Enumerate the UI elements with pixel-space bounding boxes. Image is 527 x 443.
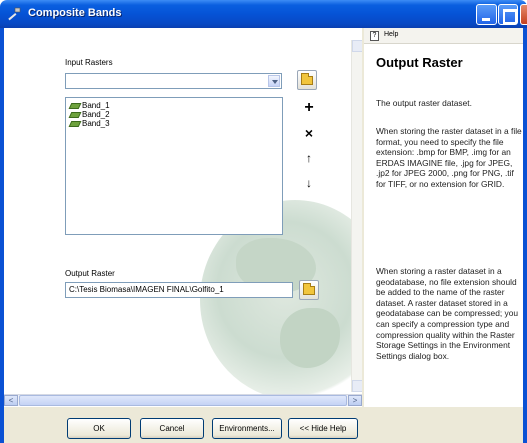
maximize-button[interactable] [498,4,518,25]
horizontal-scrollbar[interactable]: < > [4,394,362,406]
raster-band-icon [68,112,82,118]
chevron-down-icon[interactable] [268,75,280,87]
environments-button[interactable]: Environments... [212,418,282,439]
help-paragraph: The output raster dataset. [376,98,472,108]
browse-input-button[interactable] [297,70,317,90]
scroll-right-arrow[interactable]: > [348,395,362,406]
dialog-button-bar: OK Cancel Environments... << Hide Help [4,407,523,443]
help-icon: ? [370,31,379,41]
raster-band-icon [68,121,82,127]
remove-raster-button[interactable]: × [301,126,317,142]
help-paragraph: When storing the raster dataset in a fil… [376,126,522,189]
scroll-left-arrow[interactable]: < [4,395,18,406]
help-paragraph: When storing a raster dataset in a geoda… [376,266,519,361]
help-header: ? Help [364,28,523,44]
move-up-button[interactable]: ↑ [301,151,317,167]
window-title: Composite Bands [28,7,122,19]
help-panel: ? Help Output Raster The output raster d… [362,28,523,407]
close-button[interactable] [520,4,527,25]
browse-output-button[interactable] [299,280,319,300]
add-raster-button[interactable]: + [301,100,317,117]
output-raster-label: Output Raster [65,269,115,278]
folder-open-icon [303,283,315,295]
scrollbar-thumb[interactable] [19,395,347,406]
folder-open-icon [301,73,313,85]
band-label: Band_3 [82,119,110,128]
window-frame-right [523,28,527,443]
minimize-button[interactable] [476,4,497,25]
help-header-label: Help [384,31,399,38]
tool-parameters-panel: Input Rasters Band_1 Band_2 Band_3 + × ↑… [4,28,354,404]
output-raster-field[interactable]: C:\Tesis Biomasa\IMAGEN FINAL\Golfito_1 [65,282,293,298]
hide-help-button[interactable]: << Hide Help [288,418,358,439]
vertical-scrollbar[interactable] [351,40,363,392]
cancel-button[interactable]: Cancel [140,418,204,439]
raster-band-icon [68,103,82,109]
move-down-button[interactable]: ↓ [301,176,317,192]
input-rasters-label: Input Rasters [65,58,113,67]
ok-button[interactable]: OK [67,418,131,439]
list-item[interactable]: Band_3 [68,119,110,129]
tool-hammer-icon [8,7,21,21]
input-rasters-combo[interactable] [65,73,282,89]
help-title: Output Raster [376,55,463,70]
title-bar: Composite Bands [0,0,527,28]
input-rasters-list[interactable]: Band_1 Band_2 Band_3 [65,97,283,235]
